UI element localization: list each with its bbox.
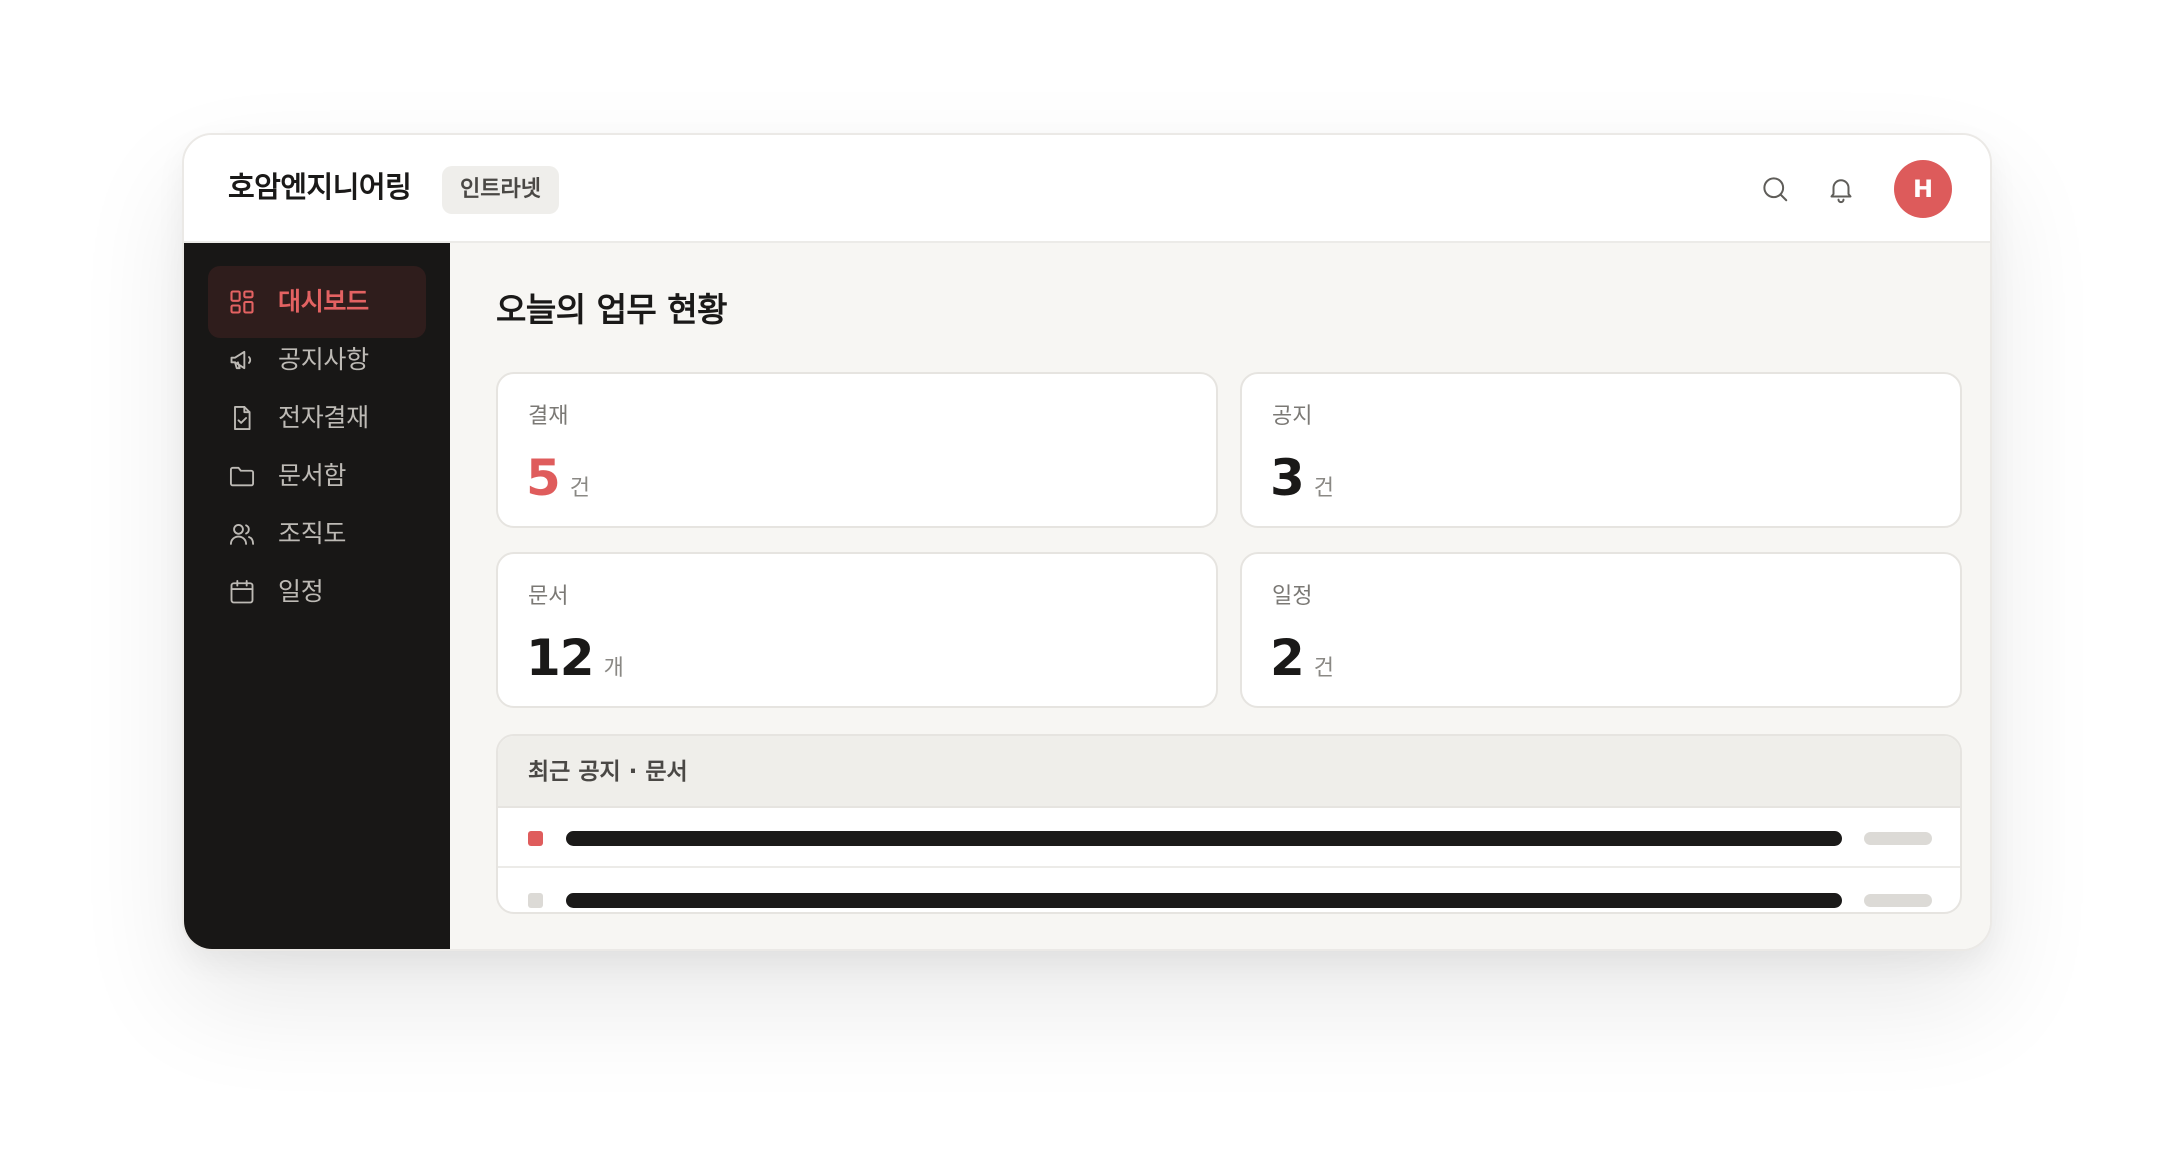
recent-list-panel: 최근 공지 · 문서 <box>496 734 1962 914</box>
main-content: 오늘의 업무 현황 결재 5 건 공지 3 건 문서 12 개 일정 2 건 최… <box>450 243 1990 949</box>
stat-unit: 건 <box>1313 656 1335 681</box>
sidebar-item-label: 전자결재 <box>278 403 369 432</box>
stat-value: 2 <box>1270 629 1305 687</box>
recent-list-title: 최근 공지 · 문서 <box>528 759 688 785</box>
stat-value-row: 3 건 <box>1270 450 1334 506</box>
dashboard-grid-icon <box>230 290 254 314</box>
item-date-placeholder <box>1864 832 1932 845</box>
megaphone-icon <box>230 350 252 370</box>
stat-value: 12 <box>526 629 595 687</box>
stat-card-notices[interactable]: 공지 3 건 <box>1240 372 1962 528</box>
search-button[interactable] <box>1752 166 1798 212</box>
stat-value-row: 5 건 <box>526 450 590 506</box>
list-item[interactable] <box>498 808 1960 868</box>
stat-value-row: 2 건 <box>1270 630 1334 686</box>
recent-list-header: 최근 공지 · 문서 <box>498 736 1960 808</box>
item-title-placeholder <box>566 831 1842 846</box>
stat-label: 공지 <box>1272 404 1313 429</box>
sidebar-item-label: 공지사항 <box>278 345 369 374</box>
calendar-icon <box>230 579 254 604</box>
status-marker <box>528 893 543 908</box>
stat-label: 결재 <box>528 404 569 429</box>
item-title-placeholder <box>566 893 1842 908</box>
stat-label: 문서 <box>528 584 569 609</box>
top-bar: 호암엔지니어링 인트라넷 H <box>184 135 1990 243</box>
bell-icon <box>1830 179 1852 204</box>
sidebar-item-label: 일정 <box>278 577 324 606</box>
document-check-icon <box>234 405 251 431</box>
stat-unit: 개 <box>603 656 624 681</box>
stat-value: 5 <box>526 449 561 507</box>
item-date-placeholder <box>1864 894 1932 907</box>
stat-card-approval[interactable]: 결재 5 건 <box>496 372 1218 528</box>
user-avatar[interactable]: H <box>1894 160 1952 218</box>
stat-card-schedule[interactable]: 일정 2 건 <box>1240 552 1962 708</box>
page-title: 오늘의 업무 현황 <box>496 290 728 329</box>
status-marker <box>528 831 543 846</box>
sidebar-item-label: 대시보드 <box>278 287 369 316</box>
brand-name[interactable]: 호암엔지니어링 <box>228 167 412 207</box>
list-item[interactable] <box>498 870 1960 912</box>
stat-value-row: 12 개 <box>526 630 624 686</box>
stat-unit: 건 <box>1313 476 1335 501</box>
sidebar-item-label: 조직도 <box>278 519 347 548</box>
users-icon <box>229 523 255 545</box>
stat-unit: 건 <box>569 476 591 501</box>
notifications-button[interactable] <box>1818 166 1864 212</box>
sidebar: 대시보드 공지사항 전자결재 문서함 조직도 일정 <box>184 243 450 949</box>
sidebar-item-schedule[interactable]: 일정 <box>208 556 426 628</box>
intranet-badge: 인트라넷 <box>442 166 559 214</box>
search-icon <box>1763 177 1788 202</box>
stat-value: 3 <box>1270 449 1305 507</box>
app-window: 호암엔지니어링 인트라넷 H 대시보드 공지사항 전자결재 문서함 조직도 일정… <box>182 133 1992 951</box>
screen: 호암엔지니어링 인트라넷 H 대시보드 공지사항 전자결재 문서함 조직도 일정… <box>0 0 2162 1174</box>
sidebar-item-label: 문서함 <box>278 461 347 490</box>
stat-card-documents[interactable]: 문서 12 개 <box>496 552 1218 708</box>
folder-icon <box>229 466 255 487</box>
stat-label: 일정 <box>1272 584 1313 609</box>
